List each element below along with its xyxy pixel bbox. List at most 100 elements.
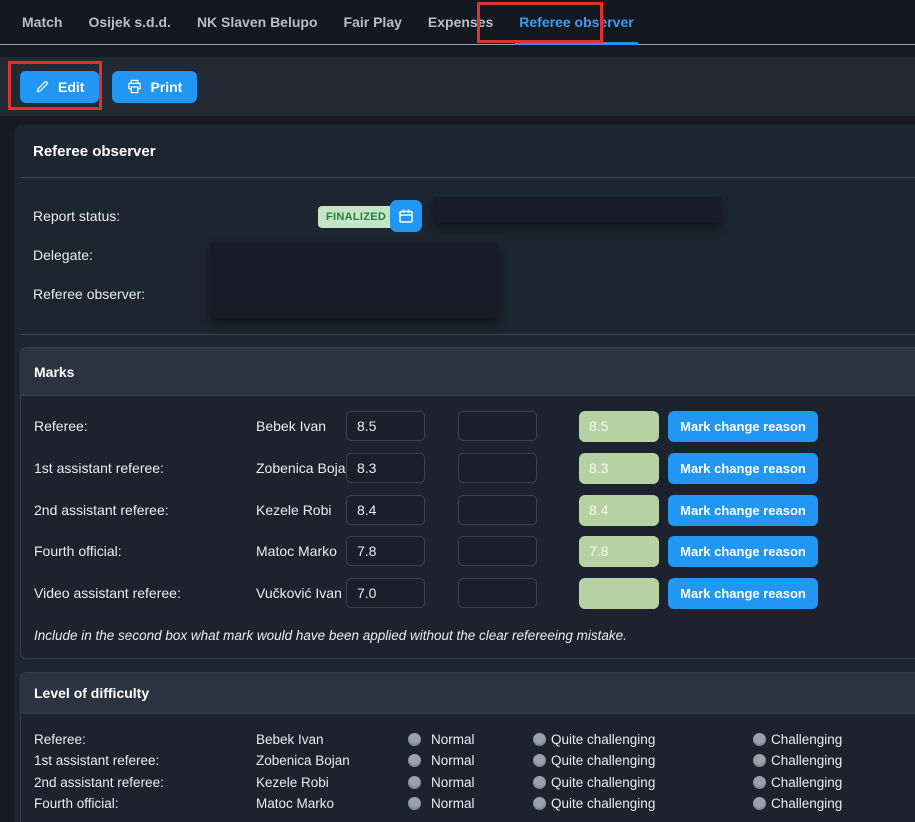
option-normal-label: Normal bbox=[431, 750, 475, 771]
option-challenging-label: Challenging bbox=[771, 793, 842, 814]
role-label: Video assistant referee: bbox=[34, 578, 181, 609]
option-challenging-label: Challenging bbox=[771, 750, 842, 771]
marks-title: Marks bbox=[34, 364, 74, 380]
tab-match[interactable]: Match bbox=[20, 0, 64, 45]
official-name: Matoc Marko bbox=[256, 793, 334, 814]
option-normal-label: Normal bbox=[431, 729, 475, 750]
calendar-icon bbox=[397, 207, 415, 225]
mark-change-reason-button[interactable]: Mark change reason bbox=[668, 411, 818, 442]
option-quite-challenging-label: Quite challenging bbox=[551, 772, 655, 793]
tab-nk-slaven-belupo[interactable]: NK Slaven Belupo bbox=[195, 0, 320, 45]
radio-normal[interactable] bbox=[408, 733, 421, 746]
official-name: Bebek Ivan bbox=[256, 729, 324, 750]
role-label: Fourth official: bbox=[34, 536, 122, 567]
difficulty-header: Level of difficulty bbox=[21, 673, 915, 714]
edit-button[interactable]: Edit bbox=[20, 71, 99, 103]
option-challenging-label: Challenging bbox=[771, 729, 842, 750]
tab-bar: Match Osijek s.d.d. NK Slaven Belupo Fai… bbox=[0, 0, 915, 45]
option-normal-label: Normal bbox=[431, 793, 475, 814]
radio-challenging[interactable] bbox=[753, 797, 766, 810]
official-name: Zobenica Bojan bbox=[256, 453, 353, 484]
second-mark-input[interactable] bbox=[458, 536, 537, 566]
print-button-label: Print bbox=[150, 79, 182, 95]
mark-change-reason-button[interactable]: Mark change reason bbox=[668, 536, 818, 567]
tab-osijek[interactable]: Osijek s.d.d. bbox=[86, 0, 172, 45]
role-label: Fourth official: bbox=[34, 793, 119, 814]
tab-referee-observer[interactable]: Referee observer bbox=[517, 0, 635, 45]
toolbar: Edit Print bbox=[0, 57, 915, 116]
role-label: Referee: bbox=[34, 729, 86, 750]
difficulty-row-referee: Referee: Bebek Ivan Normal Quite challen… bbox=[21, 729, 915, 750]
difficulty-title: Level of difficulty bbox=[34, 685, 149, 701]
mark-input[interactable] bbox=[346, 411, 425, 441]
status-badge: FINALIZED bbox=[318, 206, 394, 228]
mark-input[interactable] bbox=[346, 453, 425, 483]
radio-challenging[interactable] bbox=[753, 733, 766, 746]
role-label: 1st assistant referee: bbox=[34, 453, 164, 484]
divider bbox=[21, 334, 915, 335]
second-mark-input[interactable] bbox=[458, 495, 537, 525]
final-mark-box: 8.4 bbox=[579, 495, 659, 526]
marks-note: Include in the second box what mark woul… bbox=[34, 628, 627, 643]
final-mark-box: 8.3 bbox=[579, 453, 659, 484]
redaction-box bbox=[210, 243, 499, 318]
radio-normal[interactable] bbox=[408, 754, 421, 767]
second-mark-input[interactable] bbox=[458, 453, 537, 483]
delegate-label: Delegate: bbox=[33, 239, 93, 271]
mark-input[interactable] bbox=[346, 578, 425, 608]
referee-observer-card: Referee observer Report status: FINALIZE… bbox=[14, 125, 915, 822]
radio-challenging[interactable] bbox=[753, 776, 766, 789]
option-normal-label: Normal bbox=[431, 772, 475, 793]
mark-change-reason-button[interactable]: Mark change reason bbox=[668, 495, 818, 526]
official-name: Bebek Ivan bbox=[256, 411, 326, 442]
official-name: Zobenica Bojan bbox=[256, 750, 350, 771]
final-mark-box bbox=[579, 578, 659, 609]
difficulty-card: Level of difficulty Referee: Bebek Ivan … bbox=[20, 672, 915, 822]
radio-quite-challenging[interactable] bbox=[533, 733, 546, 746]
second-mark-input[interactable] bbox=[458, 578, 537, 608]
divider bbox=[21, 177, 915, 178]
difficulty-row-1st-assistant: 1st assistant referee: Zobenica Bojan No… bbox=[21, 750, 915, 771]
edit-button-label: Edit bbox=[58, 79, 84, 95]
mark-change-reason-button[interactable]: Mark change reason bbox=[668, 578, 818, 609]
printer-icon bbox=[127, 79, 142, 94]
marks-header: Marks bbox=[21, 348, 915, 396]
official-name: Kezele Robi bbox=[256, 495, 332, 526]
calendar-button[interactable] bbox=[390, 200, 422, 232]
radio-quite-challenging[interactable] bbox=[533, 754, 546, 767]
official-name: Vučković Ivan bbox=[256, 578, 342, 609]
redaction-bar bbox=[433, 197, 721, 223]
radio-quite-challenging[interactable] bbox=[533, 797, 546, 810]
radio-normal[interactable] bbox=[408, 776, 421, 789]
card-title: Referee observer bbox=[33, 143, 156, 160]
option-quite-challenging-label: Quite challenging bbox=[551, 793, 655, 814]
referee-observer-label: Referee observer: bbox=[33, 278, 145, 310]
tab-fair-play[interactable]: Fair Play bbox=[342, 0, 404, 45]
marks-row-fourth-official: Fourth official: Matoc Marko 7.8 Mark ch… bbox=[21, 536, 915, 567]
mark-change-reason-button[interactable]: Mark change reason bbox=[668, 453, 818, 484]
option-challenging-label: Challenging bbox=[771, 772, 842, 793]
report-status-label: Report status: bbox=[33, 200, 120, 232]
difficulty-row-2nd-assistant: 2nd assistant referee: Kezele Robi Norma… bbox=[21, 772, 915, 793]
radio-challenging[interactable] bbox=[753, 754, 766, 767]
marks-row-video-assistant: Video assistant referee: Vučković Ivan M… bbox=[21, 578, 915, 609]
option-quite-challenging-label: Quite challenging bbox=[551, 729, 655, 750]
role-label: Referee: bbox=[34, 411, 88, 442]
role-label: 2nd assistant referee: bbox=[34, 495, 169, 526]
role-label: 2nd assistant referee: bbox=[34, 772, 164, 793]
mark-input[interactable] bbox=[346, 536, 425, 566]
final-mark-box: 7.8 bbox=[579, 536, 659, 567]
option-quite-challenging-label: Quite challenging bbox=[551, 750, 655, 771]
official-name: Kezele Robi bbox=[256, 772, 329, 793]
marks-row-referee: Referee: Bebek Ivan 8.5 Mark change reas… bbox=[21, 411, 915, 442]
radio-quite-challenging[interactable] bbox=[533, 776, 546, 789]
second-mark-input[interactable] bbox=[458, 411, 537, 441]
print-button[interactable]: Print bbox=[112, 71, 197, 103]
role-label: 1st assistant referee: bbox=[34, 750, 159, 771]
mark-input[interactable] bbox=[346, 495, 425, 525]
official-name: Matoc Marko bbox=[256, 536, 337, 567]
tab-expenses[interactable]: Expenses bbox=[426, 0, 495, 45]
radio-normal[interactable] bbox=[408, 797, 421, 810]
final-mark-box: 8.5 bbox=[579, 411, 659, 442]
pencil-icon bbox=[35, 79, 50, 94]
